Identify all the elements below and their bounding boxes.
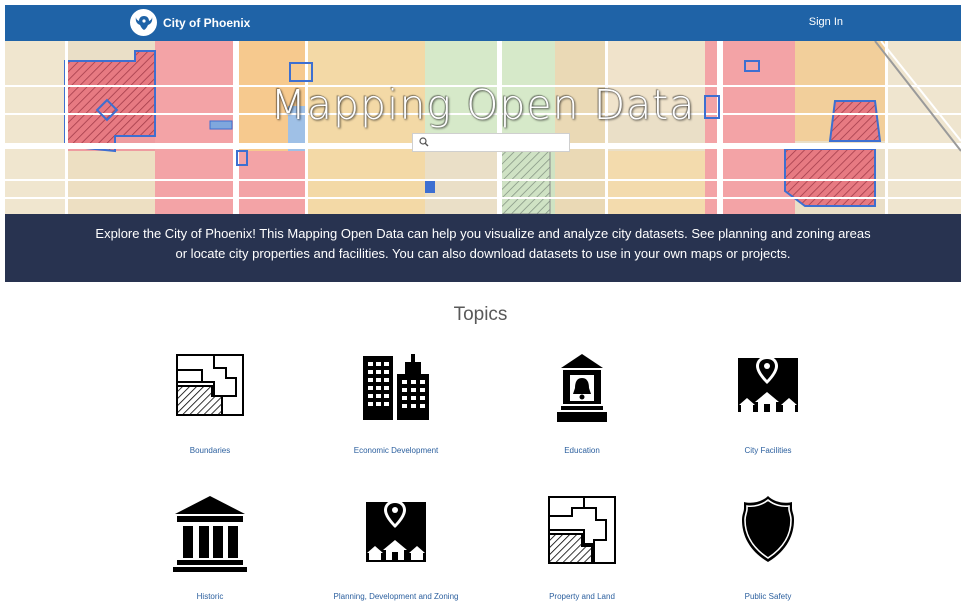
topic-label: Boundaries: [189, 446, 231, 455]
map-pin-houses-icon: [366, 500, 426, 562]
topic-boundaries[interactable]: Boundaries: [110, 352, 310, 462]
intro-banner: Explore the City of Phoenix! This Mappin…: [5, 214, 961, 282]
topic-economic-development[interactable]: Economic Development: [296, 352, 496, 462]
topic-label: Historic: [196, 592, 224, 601]
topic-historic[interactable]: Historic: [110, 494, 310, 602]
badge-shield-icon: [742, 496, 794, 562]
topic-public-safety[interactable]: Public Safety: [668, 494, 868, 602]
sign-in-link[interactable]: Sign In: [809, 16, 843, 28]
search-box[interactable]: [412, 133, 570, 152]
topic-label: Economic Development: [353, 446, 439, 455]
buildings-icon: [363, 354, 429, 420]
hero-title: Mapping Open Data: [270, 81, 696, 129]
city-logo-link[interactable]: City of Phoenix: [130, 9, 250, 36]
columns-building-icon: [173, 496, 247, 572]
intro-text: Explore the City of Phoenix! This Mappin…: [95, 226, 871, 261]
topic-label: Planning, Development and Zoning: [333, 592, 459, 601]
top-navigation-bar: City of Phoenix Sign In: [5, 5, 961, 41]
topic-education[interactable]: Education: [482, 352, 682, 462]
topic-label: City Facilities: [744, 446, 792, 455]
topic-property-and-land[interactable]: Property and Land: [482, 494, 682, 602]
topic-label: Property and Land: [549, 592, 615, 601]
topics-heading: Topics: [453, 304, 508, 325]
map-pin-houses-icon: [738, 356, 798, 412]
hero-map-banner: Mapping Open Data: [5, 41, 961, 214]
parcels-icon: [548, 496, 616, 564]
boundaries-icon: [176, 354, 244, 416]
school-bell-icon: [557, 354, 607, 422]
phoenix-bird-icon: [130, 9, 157, 36]
topic-planning-development-zoning[interactable]: Planning, Development and Zoning: [296, 494, 496, 602]
topic-city-facilities[interactable]: City Facilities: [668, 352, 868, 462]
topic-label: Education: [564, 446, 600, 455]
search-input[interactable]: [435, 135, 565, 150]
brand-name: City of Phoenix: [163, 15, 251, 30]
topic-label: Public Safety: [744, 592, 792, 601]
